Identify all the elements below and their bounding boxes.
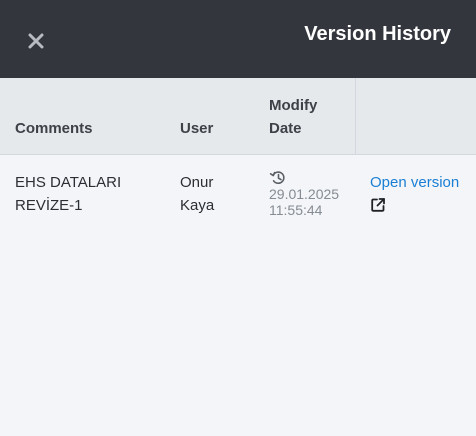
column-header-user: User <box>180 120 214 137</box>
open-version-link[interactable]: Open version <box>370 171 470 194</box>
history-icon <box>269 171 285 185</box>
modify-date-text: 29.01.2025 11:55:44 <box>269 186 340 218</box>
column-header-modify-date: Modify Date <box>269 97 318 137</box>
comment-cell: EHS DATALARI REVİZE-1 <box>15 174 122 214</box>
external-link-icon[interactable] <box>370 197 386 213</box>
panel-header: Version History <box>0 0 476 78</box>
column-divider <box>355 78 356 154</box>
close-icon <box>28 33 44 49</box>
close-button[interactable] <box>22 27 50 55</box>
table-header: Comments User Modify Date <box>0 78 476 155</box>
action-cell: Open version <box>370 171 470 213</box>
date-cell: 29.01.2025 11:55:44 <box>269 169 359 218</box>
user-cell: Onur Kaya <box>180 174 215 214</box>
table-row: EHS DATALARI REVİZE-1 Onur Kaya 29.01.20… <box>0 155 476 225</box>
column-header-comments: Comments <box>15 120 93 137</box>
panel-title: Version History <box>304 23 451 45</box>
version-history-panel: Version History Comments User Modify Dat… <box>0 0 476 436</box>
